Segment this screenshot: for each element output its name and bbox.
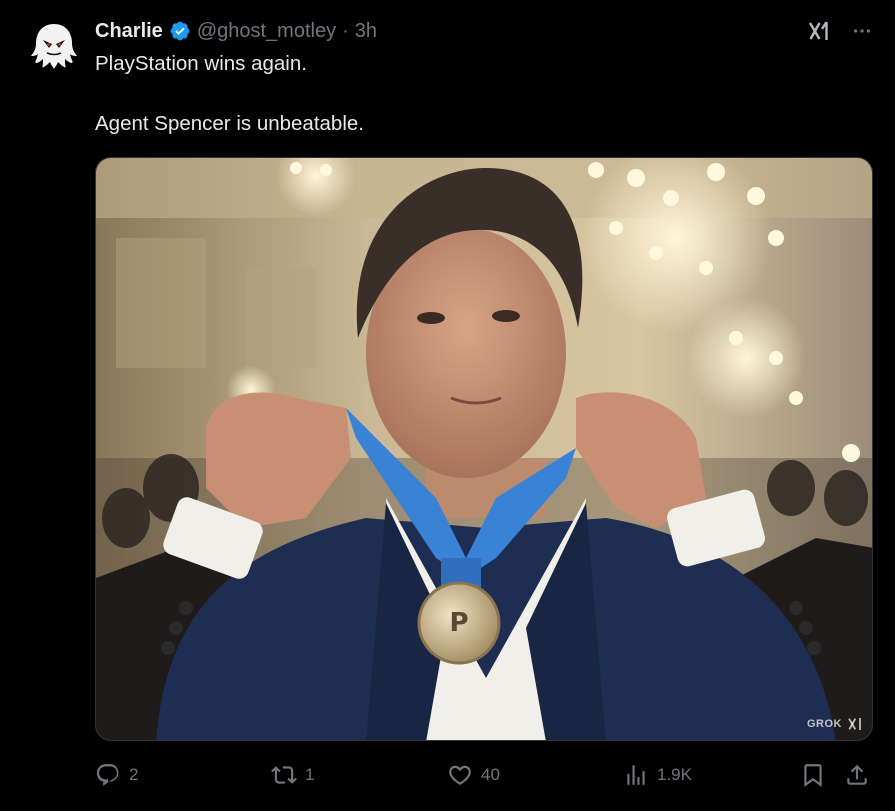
grok-icon[interactable] xyxy=(807,18,831,44)
tweet[interactable]: Charlie @ghost_motley · 3h PlayStation w… xyxy=(0,0,895,811)
reply-count: 2 xyxy=(129,765,139,784)
avatar[interactable] xyxy=(28,18,80,70)
like-count: 40 xyxy=(481,765,500,784)
views-count: 1.9K xyxy=(657,765,692,784)
repost-button[interactable]: 1 xyxy=(271,758,314,792)
repost-icon xyxy=(271,766,297,784)
reply-icon xyxy=(96,764,119,786)
reply-button[interactable]: 2 xyxy=(95,758,138,792)
like-button[interactable]: 40 xyxy=(447,758,500,792)
verified-badge-icon[interactable] xyxy=(169,20,191,42)
tweet-text-line: PlayStation wins again. xyxy=(95,52,307,75)
tweet-header: Charlie @ghost_motley · 3h xyxy=(95,18,377,44)
views-button[interactable]: 1.9K xyxy=(623,758,692,792)
tweet-text: PlayStation wins again. Agent Spencer is… xyxy=(95,51,855,137)
display-name[interactable]: Charlie xyxy=(95,20,163,43)
grok-watermark-text: GROK xyxy=(807,718,842,730)
timestamp[interactable]: 3h xyxy=(355,20,377,43)
tweet-text-line: Agent Spencer is unbeatable. xyxy=(95,112,364,135)
top-actions xyxy=(807,18,873,44)
ghost-avatar-icon xyxy=(28,18,80,70)
heart-icon xyxy=(449,765,471,785)
tweet-actions: 2 1 40 1.9K xyxy=(95,758,873,792)
repost-count: 1 xyxy=(305,765,315,784)
svg-text:P: P xyxy=(449,608,468,638)
bookmark-icon xyxy=(804,764,822,787)
separator-dot: · xyxy=(342,19,349,42)
tweet-media-image[interactable]: P GROK xyxy=(95,157,873,741)
photo-man-medal: P xyxy=(96,158,872,740)
bookmark-button[interactable] xyxy=(800,758,826,792)
grok-watermark-icon xyxy=(848,718,861,730)
handle[interactable]: @ghost_motley xyxy=(197,20,336,43)
grok-watermark: GROK xyxy=(807,716,864,732)
views-icon xyxy=(627,765,645,785)
more-icon[interactable] xyxy=(851,18,873,44)
share-button[interactable] xyxy=(844,758,870,792)
share-icon xyxy=(847,764,867,785)
